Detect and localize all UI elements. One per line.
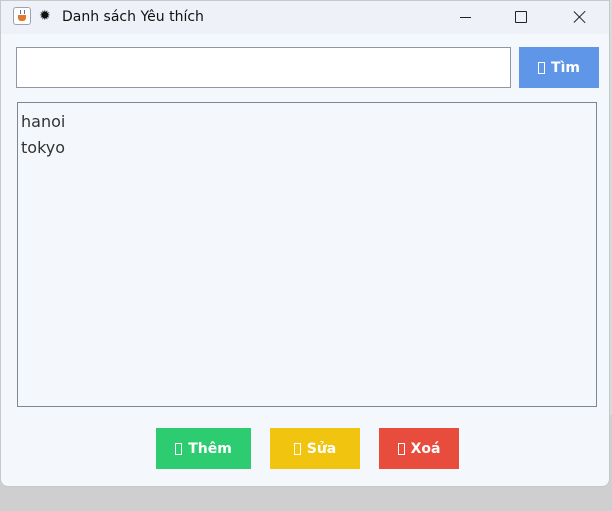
title-bar: ✹ Danh sách Yêu thích (1, 1, 609, 34)
list-item[interactable]: hanoi (21, 109, 593, 135)
maximize-icon (515, 11, 527, 23)
search-button-label: Tìm (551, 59, 580, 76)
search-input[interactable] (16, 47, 511, 88)
delete-button[interactable]: Xoá (379, 428, 459, 469)
edit-button[interactable]: Sửa (270, 428, 360, 469)
missing-glyph-icon (293, 442, 301, 455)
close-button[interactable] (557, 1, 603, 33)
cup-shape (18, 15, 26, 21)
maximize-button[interactable] (498, 1, 544, 33)
missing-glyph-icon (538, 61, 546, 74)
minimize-icon (459, 16, 471, 18)
missing-glyph-icon (175, 442, 183, 455)
favorites-window: ✹ Danh sách Yêu thích Tìm hanoi tokyo Th… (0, 0, 610, 487)
close-icon (573, 10, 587, 24)
sun-icon: ✹ (39, 8, 51, 24)
window-title: Danh sách Yêu thích (62, 9, 204, 25)
delete-button-label: Xoá (410, 440, 441, 457)
add-button[interactable]: Thêm (156, 428, 251, 469)
search-button[interactable]: Tìm (519, 47, 599, 88)
missing-glyph-icon (397, 442, 405, 455)
list-item[interactable]: tokyo (21, 135, 593, 161)
steam-shape (20, 10, 25, 14)
edit-button-label: Sửa (306, 440, 337, 457)
add-button-label: Thêm (188, 440, 232, 457)
minimize-button[interactable] (442, 1, 488, 33)
java-app-icon[interactable] (13, 7, 31, 25)
favorites-list[interactable]: hanoi tokyo (17, 102, 597, 407)
